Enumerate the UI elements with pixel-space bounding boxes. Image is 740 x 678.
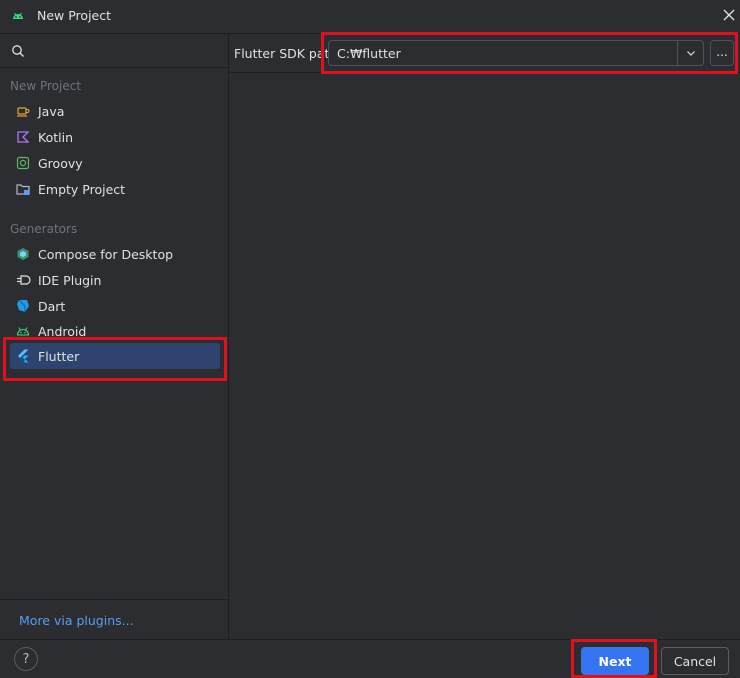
flutter-sdk-path-combobox[interactable]: C:₩flutter xyxy=(328,40,704,66)
content-divider xyxy=(229,72,740,73)
sidebar-item-groovy[interactable]: Groovy xyxy=(10,151,220,175)
android-icon xyxy=(11,9,25,23)
cancel-button[interactable]: Cancel xyxy=(661,647,729,675)
sidebar-item-label: Kotlin xyxy=(38,129,73,145)
section-label-generators: Generators xyxy=(10,222,78,236)
dialog-footer: ? Next Cancel xyxy=(0,639,740,678)
next-button[interactable]: Next xyxy=(581,647,649,675)
sidebar-item-flutter[interactable]: Flutter xyxy=(10,343,220,369)
compose-icon xyxy=(15,246,31,262)
sidebar-item-label: Flutter xyxy=(38,348,80,364)
sidebar-item-label: Android xyxy=(38,323,87,339)
android-icon xyxy=(15,323,31,339)
folder-icon xyxy=(15,181,31,197)
window-title: New Project xyxy=(37,8,112,23)
sidebar-divider xyxy=(0,599,229,600)
sidebar-item-empty-project[interactable]: Empty Project xyxy=(10,177,220,201)
flutter-sdk-path-input[interactable]: C:₩flutter xyxy=(329,46,677,61)
sidebar-item-compose-for-desktop[interactable]: Compose for Desktop xyxy=(10,242,220,266)
plugin-icon xyxy=(15,272,31,288)
groovy-icon xyxy=(15,155,31,171)
sidebar-item-label: IDE Plugin xyxy=(38,272,102,288)
flutter-sdk-path-label: Flutter SDK path: xyxy=(234,46,342,61)
sidebar-item-label: Groovy xyxy=(38,155,83,171)
sidebar-item-label: Empty Project xyxy=(38,181,126,197)
search-field[interactable] xyxy=(0,34,229,68)
java-icon xyxy=(15,103,31,119)
sidebar-item-ide-plugin[interactable]: IDE Plugin xyxy=(10,268,220,292)
kotlin-icon xyxy=(15,129,31,145)
section-label-new-project: New Project xyxy=(10,79,82,93)
sidebar-item-java[interactable]: Java xyxy=(10,99,220,123)
title-bar: New Project xyxy=(0,0,740,34)
browse-button[interactable]: ... xyxy=(710,40,734,66)
sidebar: New Project Java Kotlin Groovy Empty Pro… xyxy=(0,34,229,639)
sidebar-item-label: Java xyxy=(38,103,65,119)
dart-icon xyxy=(15,298,31,314)
search-icon[interactable] xyxy=(11,44,25,58)
more-via-plugins-link[interactable]: More via plugins... xyxy=(19,613,134,628)
sidebar-item-kotlin[interactable]: Kotlin xyxy=(10,125,220,149)
sidebar-item-dart[interactable]: Dart xyxy=(10,294,220,318)
help-button[interactable]: ? xyxy=(14,647,38,671)
sidebar-item-android[interactable]: Android xyxy=(10,319,220,343)
chevron-down-icon[interactable] xyxy=(677,41,703,65)
sidebar-item-label: Compose for Desktop xyxy=(38,246,174,262)
settings-panel: Flutter SDK path: C:₩flutter ... xyxy=(229,34,740,639)
close-icon[interactable] xyxy=(722,8,736,22)
sidebar-item-label: Dart xyxy=(38,298,66,314)
flutter-icon xyxy=(15,348,31,364)
